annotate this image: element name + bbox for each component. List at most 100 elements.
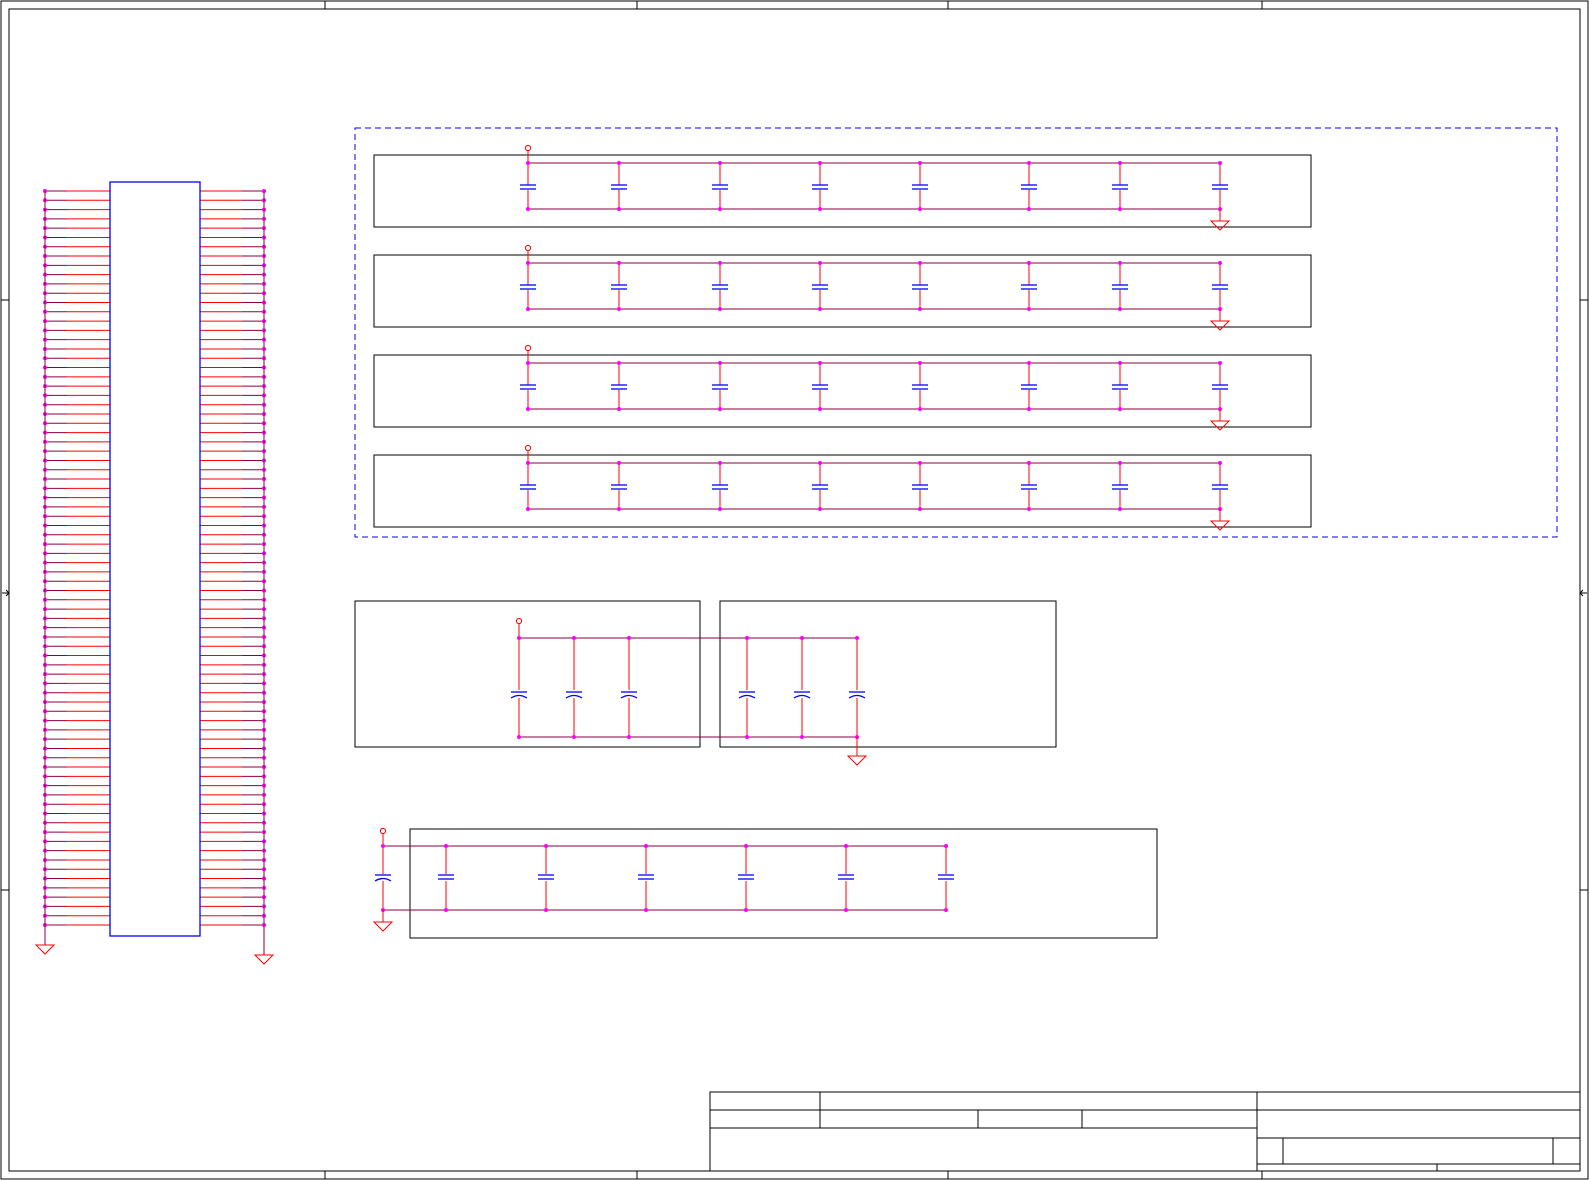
junction-dot: [800, 735, 804, 739]
capacitor: [520, 384, 536, 390]
junction-dot: [800, 636, 804, 640]
junction-dot: [718, 307, 722, 311]
junction-dot: [718, 161, 722, 165]
capacitor: [812, 384, 828, 390]
junction-dot: [1218, 261, 1222, 265]
junction-dot: [526, 207, 530, 211]
capacitor: [912, 184, 928, 190]
junction-dot: [644, 844, 648, 848]
capacitor: [712, 184, 728, 190]
capacitor: [611, 384, 627, 390]
power-port: [524, 444, 532, 452]
junction-dot: [818, 261, 822, 265]
junction-dot: [918, 407, 922, 411]
capacitor: [611, 284, 627, 290]
junction-dot: [918, 307, 922, 311]
capacitor: [538, 874, 554, 880]
sheet-frame: [0, 0, 1589, 1180]
power-port: [524, 244, 532, 252]
schematic-sheet: [0, 0, 1589, 1180]
junction-dot: [644, 908, 648, 912]
junction-dot: [444, 844, 448, 848]
ground-symbol: [34, 944, 56, 955]
power-port: [524, 344, 532, 352]
capacitor: [738, 874, 754, 880]
junction-dot: [918, 261, 922, 265]
side-arrow: [1579, 589, 1587, 597]
junction-dot: [517, 636, 521, 640]
junction-dot: [1027, 207, 1031, 211]
junction-dot: [572, 636, 576, 640]
capacitor-plate: [565, 694, 583, 699]
capacitor-plate: [510, 694, 528, 699]
junction-dot: [617, 161, 621, 165]
capacitor: [611, 484, 627, 490]
capacitor: [793, 691, 811, 699]
junction-dot: [517, 735, 521, 739]
capacitor: [1112, 284, 1128, 290]
mid-capacitor-banks: [354, 600, 1057, 766]
junction-dot: [1118, 207, 1122, 211]
junction-dot: [526, 507, 530, 511]
junction-dot: [918, 361, 922, 365]
junction-dot: [918, 161, 922, 165]
junction-dot: [745, 636, 749, 640]
junction-dot: [818, 361, 822, 365]
junction-dot: [1118, 461, 1122, 465]
bank-box: [373, 454, 1312, 528]
junction-dot: [745, 735, 749, 739]
junction-dot: [1218, 361, 1222, 365]
junction-dot: [1027, 461, 1031, 465]
capacitor: [1212, 384, 1228, 390]
junction-dot: [718, 507, 722, 511]
capacitor: [611, 184, 627, 190]
capacitor: [812, 284, 828, 290]
capacitor: [812, 184, 828, 190]
junction-dot: [818, 161, 822, 165]
bank-2: [373, 244, 1312, 331]
capacitor: [1112, 184, 1128, 190]
inner-border: [8, 8, 1581, 1172]
junction-dot: [818, 307, 822, 311]
ground-symbol: [1209, 320, 1231, 331]
junction-dot: [944, 908, 948, 912]
connector-body: [109, 181, 201, 937]
capacitor: [438, 874, 454, 880]
capacitor-plate: [793, 694, 811, 699]
capacitor: [912, 284, 928, 290]
outer-border: [0, 0, 1589, 1180]
mid-left-box: [354, 600, 701, 748]
bank-4: [373, 444, 1312, 531]
junction-dot: [1027, 307, 1031, 311]
junction-dot: [544, 908, 548, 912]
capacitor: [638, 874, 654, 880]
junction-dot: [918, 207, 922, 211]
junction-dot: [918, 507, 922, 511]
capacitor: [520, 484, 536, 490]
capacitor: [838, 874, 854, 880]
capacitor: [738, 691, 756, 699]
capacitor: [520, 284, 536, 290]
ground-symbol: [1209, 420, 1231, 431]
capacitor: [912, 484, 928, 490]
capacitor-plate: [848, 694, 866, 699]
junction-dot: [1218, 461, 1222, 465]
mid-right-box: [719, 600, 1057, 748]
junction-dot: [617, 361, 621, 365]
capacitor-plate: [738, 694, 756, 699]
bank-1: [373, 144, 1312, 231]
capacitor: [1212, 184, 1228, 190]
bottom-capacitor-bank: [372, 827, 1158, 939]
title-block-frame: [709, 1091, 1581, 1172]
capacitor: [812, 484, 828, 490]
junction-dot: [1027, 361, 1031, 365]
junction-dot: [627, 735, 631, 739]
title-block: [709, 1091, 1581, 1172]
junction-dot: [617, 507, 621, 511]
junction-dot: [944, 844, 948, 848]
junction-dot: [1027, 261, 1031, 265]
junction-dot: [617, 307, 621, 311]
capacitor: [565, 691, 583, 699]
schematic-canvas: [0, 0, 1589, 1180]
capacitor: [520, 184, 536, 190]
